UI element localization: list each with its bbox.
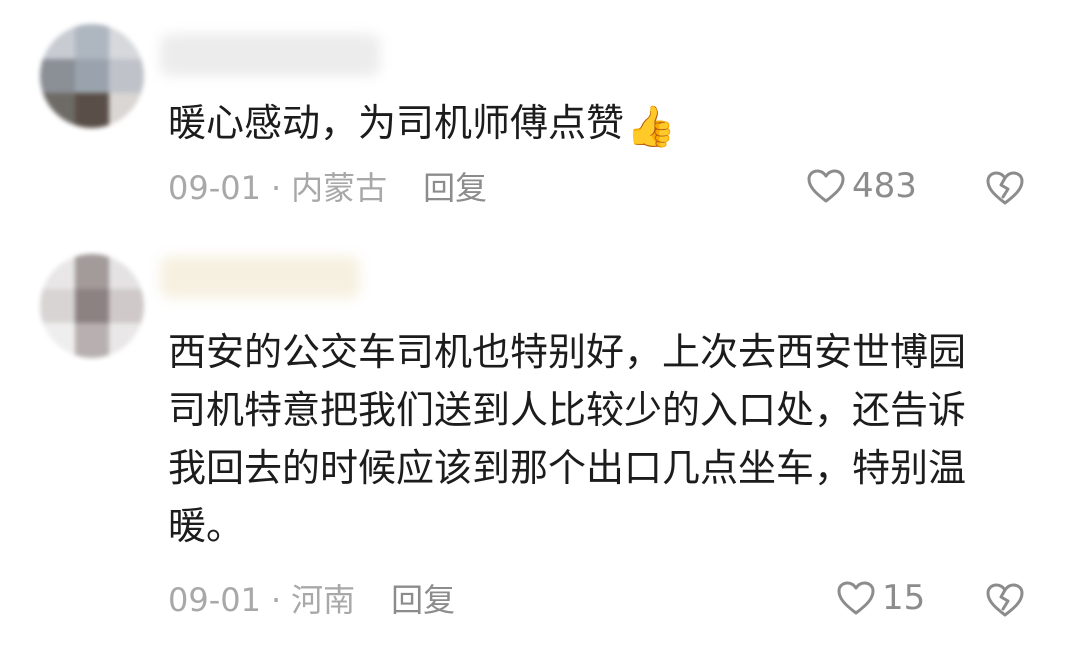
avatar-pixel <box>109 254 144 289</box>
avatar-pixel <box>109 58 144 94</box>
avatar-pixel <box>40 288 75 324</box>
like-button[interactable]: 15 <box>836 578 925 618</box>
avatar-pixel <box>40 93 75 128</box>
comment-item: 暖心感动，为司机师傅点赞👍 09-01 · 内蒙古 回复 483 <box>0 0 1080 240</box>
comment-text-content: 暖心感动，为司机师傅点赞 <box>168 101 625 145</box>
avatar-pixel <box>74 323 110 358</box>
avatar-pixel <box>40 254 75 289</box>
broken-heart-icon <box>986 171 1024 205</box>
avatar[interactable] <box>40 254 144 358</box>
avatar-pixel <box>74 58 110 94</box>
like-button[interactable]: 483 <box>806 166 917 206</box>
heart-outline-icon <box>807 169 845 203</box>
comment-location: 河南 <box>291 581 356 619</box>
comment-meta: 09-01 · 内蒙古 回复 <box>168 168 487 208</box>
comment-meta: 09-01 · 河南 回复 <box>168 580 455 620</box>
comment-date: 09-01 <box>168 581 261 619</box>
like-count: 483 <box>852 166 917 206</box>
avatar[interactable] <box>40 24 144 128</box>
username-blurred[interactable] <box>160 34 380 76</box>
thumbs-up-icon: 👍 <box>626 104 676 150</box>
comment-text: 西安的公交车司机也特别好，上次去西安世博园 司机特意把我们送到人比较少的入口处，… <box>168 330 967 548</box>
comment-text: 暖心感动，为司机师傅点赞👍 <box>168 94 1048 152</box>
like-count: 15 <box>882 578 926 618</box>
avatar-pixel <box>74 254 110 289</box>
avatar-pixel <box>109 323 144 358</box>
avatar-pixel <box>40 323 75 358</box>
avatar-pixel <box>40 24 75 59</box>
heart-outline-icon <box>837 581 875 615</box>
comment-date: 09-01 <box>168 169 261 207</box>
avatar-pixel <box>74 288 110 324</box>
comment-item: 西安的公交车司机也特别好，上次去西安世博园 司机特意把我们送到人比较少的入口处，… <box>0 240 1080 665</box>
username-blurred[interactable] <box>160 256 360 298</box>
dislike-button[interactable] <box>985 170 1025 210</box>
avatar-pixel <box>40 58 75 94</box>
comment-location: 内蒙古 <box>291 169 388 207</box>
avatar-pixel <box>109 93 144 128</box>
avatar-pixel <box>109 24 144 59</box>
reply-button[interactable]: 回复 <box>391 581 455 619</box>
meta-separator: · <box>270 581 282 619</box>
avatar-pixel <box>109 288 144 324</box>
avatar-pixel <box>74 93 110 128</box>
broken-heart-icon <box>986 583 1024 617</box>
avatar-pixel <box>74 24 110 59</box>
reply-button[interactable]: 回复 <box>423 169 487 207</box>
meta-separator: · <box>270 169 282 207</box>
dislike-button[interactable] <box>985 582 1025 622</box>
